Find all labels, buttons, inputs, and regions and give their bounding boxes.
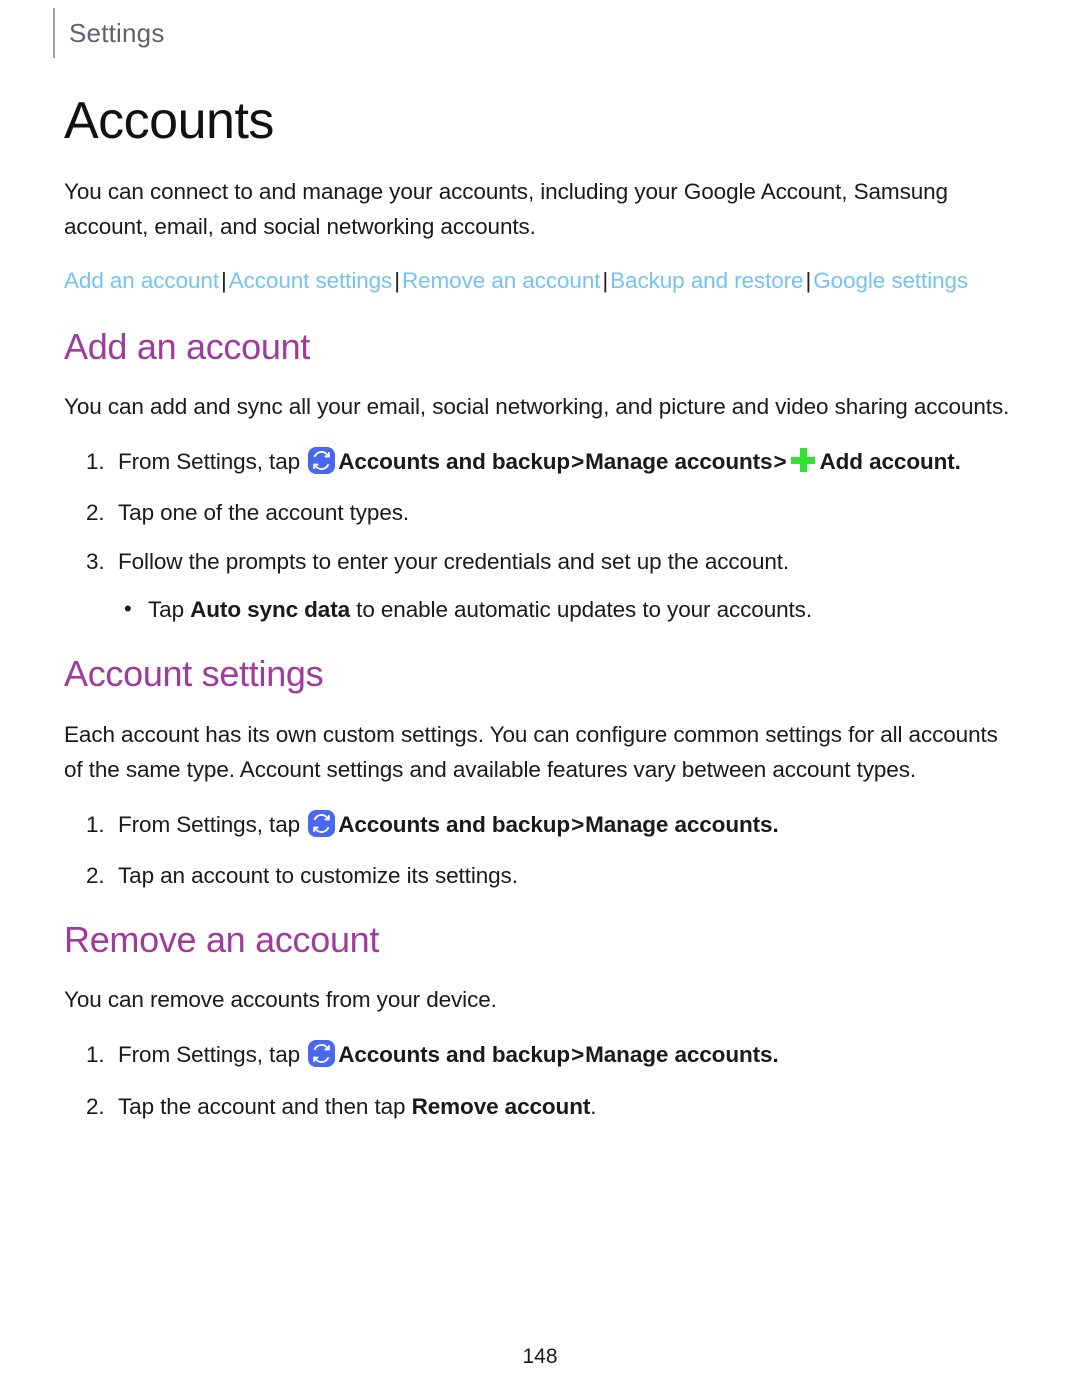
- page-title: Accounts: [64, 92, 274, 150]
- sub-bullet-bold-auto-sync-data: Auto sync data: [190, 597, 351, 623]
- step-post-text: .: [590, 1093, 597, 1119]
- step-number: 2.: [86, 500, 105, 526]
- step-lead-text: From Settings, tap: [118, 1042, 301, 1068]
- link-account-settings[interactable]: Account settings: [229, 268, 393, 293]
- step-number: 2.: [86, 1093, 105, 1119]
- link-separator: |: [602, 268, 609, 294]
- step-bold-accounts-and-backup: Accounts and backup: [338, 1042, 571, 1068]
- step-tail-punctuation: .: [954, 449, 961, 475]
- step-number: 2.: [86, 862, 105, 888]
- step-number: 3.: [86, 549, 105, 575]
- section-link-bar: Add an account|Account settings|Remove a…: [64, 264, 1018, 297]
- step-number: 1.: [86, 811, 105, 837]
- steps-list-add-an-account: 1. From Settings, tap Accounts and backup…: [64, 444, 1018, 627]
- bullet-dot-icon: •: [124, 596, 132, 622]
- path-arrow: >: [773, 449, 787, 475]
- step-tail-punctuation: .: [772, 1042, 779, 1068]
- step-lead-text: From Settings, tap: [118, 449, 301, 475]
- section-body-account-settings: Each account has its own custom settings…: [64, 721, 998, 782]
- step-item: 2. Tap one of the account types.: [64, 495, 1018, 530]
- sub-bullet-post-text: to enable automatic updates to your acco…: [350, 597, 812, 623]
- step-item: 2. Tap the account and then tap Remove ac…: [64, 1089, 1018, 1124]
- link-backup-and-restore[interactable]: Backup and restore: [610, 268, 803, 293]
- sub-bullet-list: • Tap Auto sync data to enable automatic …: [118, 593, 1018, 627]
- step-text: Tap one of the account types.: [118, 500, 410, 526]
- step-lead-text: From Settings, tap: [118, 811, 301, 837]
- step-item: 1. From Settings, tap Accounts and backup…: [64, 444, 1018, 479]
- link-separator: |: [220, 268, 227, 294]
- running-header-label: Settings: [69, 17, 165, 48]
- section-body-add-an-account: You can add and sync all your email, soc…: [64, 394, 1010, 420]
- sub-bullet-item: • Tap Auto sync data to enable automatic …: [118, 593, 1018, 627]
- link-google-settings[interactable]: Google settings: [813, 268, 968, 293]
- step-tail-punctuation: .: [772, 811, 779, 837]
- plus-icon: [790, 447, 816, 473]
- step-bold-accounts-and-backup: Accounts and backup: [338, 449, 571, 475]
- sub-bullet-pre-text: Tap: [148, 597, 191, 623]
- steps-list-remove-an-account: 1. From Settings, tap Accounts and backup…: [64, 1037, 1018, 1123]
- section-heading-add-an-account: Add an account: [64, 325, 310, 367]
- page-content: Accounts You can connect to and manage y…: [64, 92, 1018, 1138]
- link-add-an-account[interactable]: Add an account: [64, 268, 219, 293]
- page-number: 148: [522, 1345, 558, 1368]
- step-bold-manage-accounts: Manage accounts: [585, 811, 773, 837]
- step-text: Tap an account to customize its settings…: [118, 862, 518, 888]
- running-header: Settings: [53, 8, 165, 58]
- path-arrow: >: [571, 449, 585, 475]
- step-pre-text: Tap the account and then tap: [118, 1093, 412, 1119]
- step-number: 1.: [86, 1042, 105, 1068]
- steps-list-account-settings: 1. From Settings, tap Accounts and backup…: [64, 807, 1018, 893]
- intro-paragraph: You can connect to and manage your accou…: [64, 179, 948, 240]
- sync-icon: [308, 1040, 336, 1068]
- step-text: Follow the prompts to enter your credent…: [118, 549, 790, 575]
- step-item: 2. Tap an account to customize its settin…: [64, 858, 1018, 893]
- step-bold-remove-account: Remove account: [411, 1093, 591, 1119]
- document-page: Settings Accounts You can connect to and…: [0, 0, 1080, 1397]
- step-number: 1.: [86, 449, 105, 475]
- sync-icon: [308, 809, 336, 837]
- path-arrow: >: [571, 811, 585, 837]
- step-bold-manage-accounts: Manage accounts: [585, 1042, 773, 1068]
- step-bold-manage-accounts: Manage accounts: [585, 449, 773, 475]
- section-body-remove-an-account: You can remove accounts from your device…: [64, 987, 497, 1013]
- link-separator: |: [394, 268, 400, 294]
- path-arrow: >: [571, 1042, 585, 1068]
- section-heading-remove-an-account: Remove an account: [64, 919, 380, 960]
- step-bold-accounts-and-backup: Accounts and backup: [338, 811, 571, 837]
- step-bold-add-account: Add account: [819, 449, 955, 475]
- link-separator: |: [805, 268, 812, 294]
- sync-icon: [308, 447, 336, 475]
- step-item: 1. From Settings, tap Accounts and backup…: [64, 807, 1018, 842]
- link-remove-an-account[interactable]: Remove an account: [402, 268, 601, 293]
- section-heading-account-settings: Account settings: [64, 653, 324, 695]
- step-item: 1. From Settings, tap Accounts and backup…: [64, 1037, 1018, 1072]
- step-item: 3. Follow the prompts to enter your crede…: [64, 544, 1018, 627]
